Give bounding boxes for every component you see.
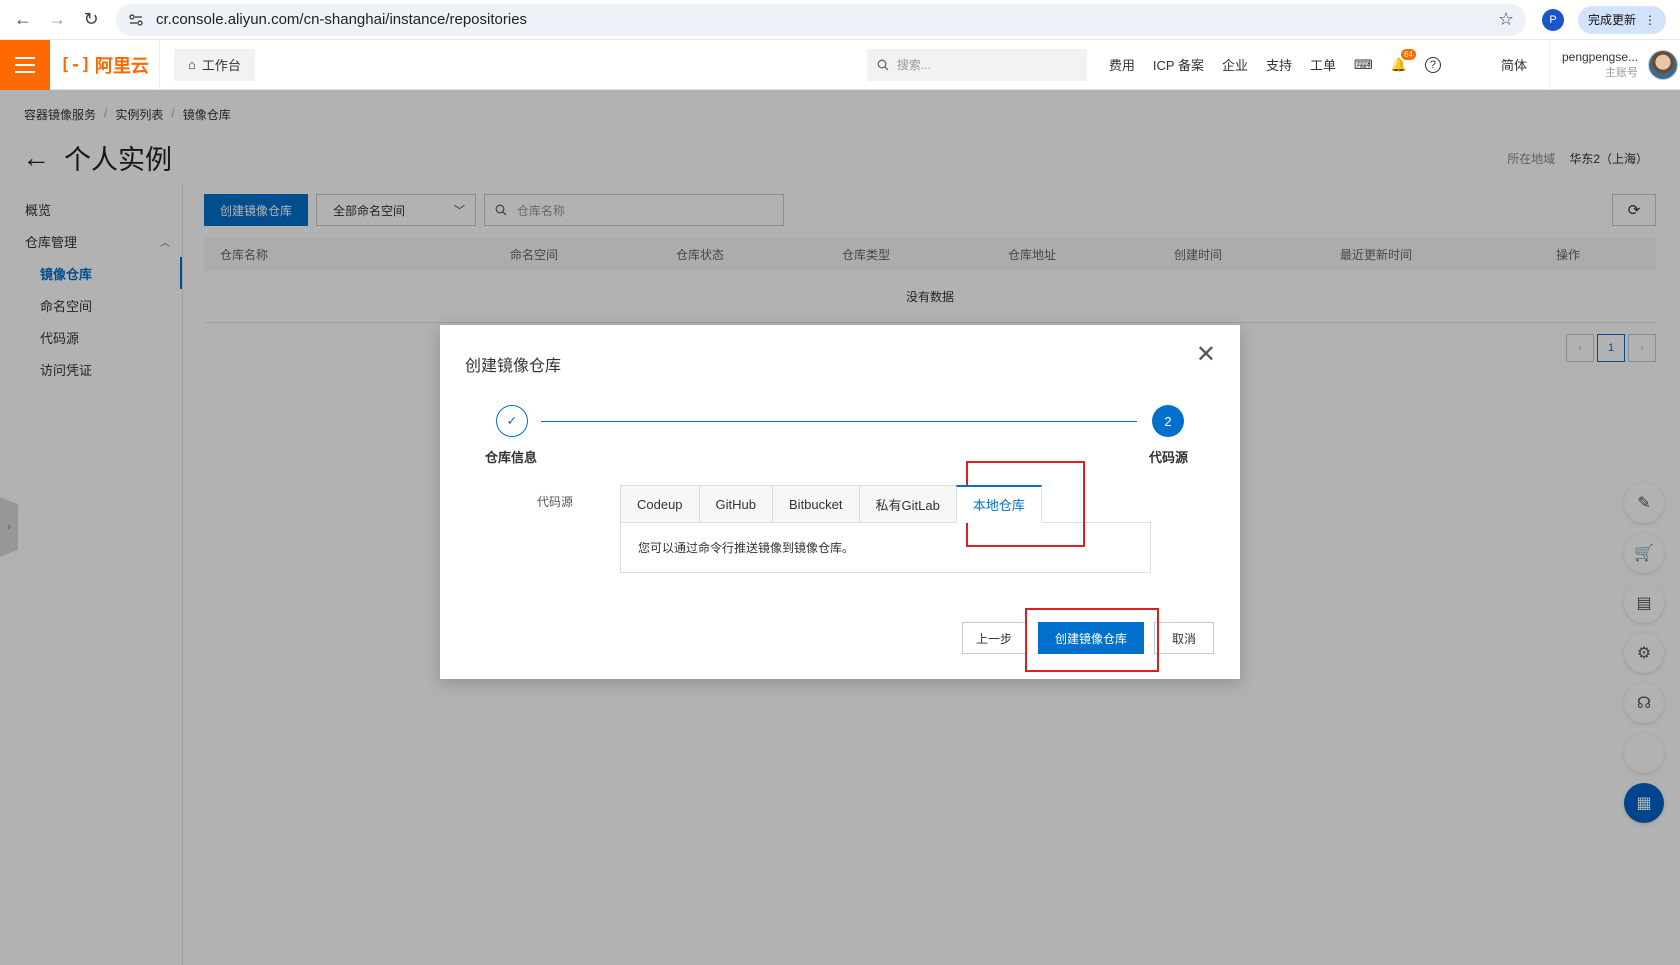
tab-local-repo[interactable]: 本地仓库 [955,485,1042,523]
url-text: cr.console.aliyun.com/cn-shanghai/instan… [156,11,528,28]
highlight-box-create-button [1025,608,1159,672]
cancel-button[interactable]: 取消 [1154,622,1214,654]
code-source-label: 代码源 [537,495,574,509]
aliyun-logo[interactable]: [-] 阿里云 [50,39,160,90]
site-settings-icon[interactable] [128,12,144,28]
update-button[interactable]: 完成更新 ⋮ [1578,5,1667,34]
step-1-check-icon: ✓ [496,405,528,437]
link-support[interactable]: 支持 [1266,55,1292,74]
user-menu[interactable]: pengpengse... 主账号 [1548,39,1679,90]
account-role: 主账号 [1605,66,1639,79]
code-source-tabs: Codeup GitHub Bitbucket 私有GitLab 本地仓库 [620,485,1042,523]
panel-description: 您可以通过命令行推送镜像到镜像仓库。 [638,541,855,555]
tab-github[interactable]: GitHub [698,485,773,523]
workbench-label: 工作台 [201,58,241,73]
back-icon[interactable]: ← [6,3,40,37]
search-placeholder: 搜索... [896,58,931,72]
step-1-label: 仓库信息 [485,450,538,465]
update-label: 完成更新 [1588,13,1637,27]
home-icon: ⌂ [188,57,196,72]
language-switch[interactable]: 简体 [1501,55,1527,74]
username: pengpengse... [1561,49,1639,64]
menu-icon[interactable] [0,39,50,90]
global-search-input[interactable]: 搜索... [866,48,1087,81]
help-icon[interactable]: ? [1424,56,1441,73]
logo-bracket-icon: [-] [60,54,91,75]
more-vert-icon: ⋮ [1644,12,1657,27]
logo-text: 阿里云 [94,55,149,76]
browser-toolbar: ← → ↻ cr.console.aliyun.com/cn-shanghai/… [0,0,1680,40]
create-repo-dialog: 创建镜像仓库 ✕ ✓ 2 仓库信息 代码源 代码源 Codeup GitHub … [440,325,1240,679]
top-links: 费用 ICP 备案 企业 支持 工单 ⌨ 🔔 64 ? [1109,48,1441,74]
step-connector [541,421,1137,422]
link-enterprise[interactable]: 企业 [1222,55,1248,74]
link-billing[interactable]: 费用 [1109,55,1135,74]
workbench-button[interactable]: ⌂ 工作台 [174,48,255,81]
step-2-label: 代码源 [1148,450,1188,465]
link-ticket[interactable]: 工单 [1310,55,1336,74]
notification-badge: 64 [1401,48,1416,60]
bell-icon[interactable]: 🔔 64 [1391,48,1416,73]
reload-icon[interactable]: ↻ [74,3,108,37]
bookmark-star-icon[interactable]: ☆ [1498,9,1514,30]
terminal-icon[interactable]: ⌨ [1354,57,1373,73]
console-topbar: [-] 阿里云 ⌂ 工作台 搜索... 费用 ICP 备案 企业 支持 工单 ⌨… [0,39,1680,90]
tab-bitbucket[interactable]: Bitbucket [772,485,859,523]
link-icp[interactable]: ICP 备案 [1153,55,1204,74]
search-icon [877,59,889,70]
tab-codeup[interactable]: Codeup [620,485,699,523]
tab-private-gitlab[interactable]: 私有GitLab [858,485,956,523]
prev-step-button[interactable]: 上一步 [962,622,1026,654]
forward-icon[interactable]: → [40,3,74,37]
step-2-indicator: 2 [1152,405,1184,437]
close-icon[interactable]: ✕ [1196,343,1216,367]
profile-avatar[interactable]: P [1542,8,1564,31]
avatar[interactable] [1648,49,1679,80]
address-bar[interactable]: cr.console.aliyun.com/cn-shanghai/instan… [116,3,1526,36]
dialog-title: 创建镜像仓库 [465,358,562,375]
